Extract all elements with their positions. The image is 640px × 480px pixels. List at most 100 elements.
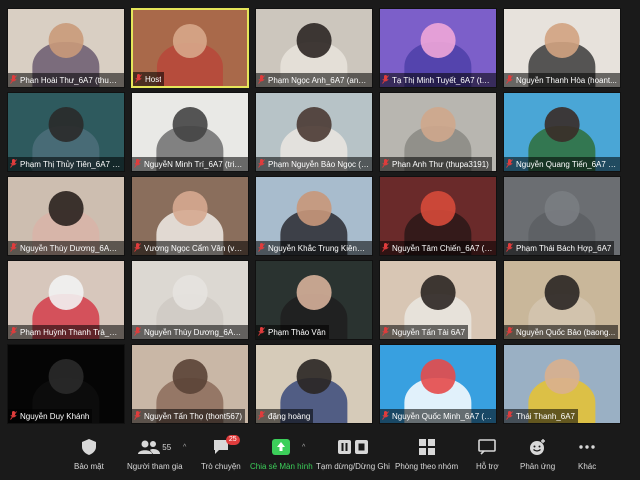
participant-tile[interactable]: Nguyễn Thùy Dương_6A7 (ti... <box>7 176 125 256</box>
participant-tile[interactable]: Phạm Thị Thủy Tiên_6A7 (ti... <box>7 92 125 172</box>
participant-tile[interactable]: Phạm Nguyễn Bảo Ngọc (n... <box>255 92 373 172</box>
participant-tile[interactable]: Thái Thanh_6A7 <box>503 344 621 424</box>
participant-head <box>420 191 456 227</box>
participant-head <box>172 107 208 143</box>
participant-tile[interactable]: Nguyễn Khắc Trung Kiên_6... <box>255 176 373 256</box>
participant-name: Phạm Thị Thủy Tiên_6A7 (ti... <box>20 159 121 169</box>
chat-badge: 25 <box>225 435 240 445</box>
muted-mic-icon <box>382 155 392 171</box>
muted-mic-icon <box>258 407 268 423</box>
security-button[interactable]: Bảo mật <box>74 436 104 471</box>
participants-caret-icon[interactable]: ^ <box>183 444 186 451</box>
participant-tile[interactable]: Nguyễn Quốc Minh_6A7 (mi... <box>379 344 497 424</box>
participant-head <box>420 275 456 311</box>
participant-name: đặng hoàng <box>268 411 311 421</box>
participant-tile[interactable]: Nguyễn Tâm Chiến_6A7 (ch... <box>379 176 497 256</box>
participant-tile[interactable]: NguyễN Minh Trí_6A7 (trin... <box>131 92 249 172</box>
participant-name: Nguyễn Thùy Dương_6A7 (ti... <box>144 327 245 337</box>
muted-mic-icon <box>10 323 20 339</box>
muted-mic-icon <box>258 155 268 171</box>
participant-tile[interactable]: Vương Ngọc Cẩm Vân (van... <box>131 176 249 256</box>
participant-name-bar: Nguyễn Quốc Bảo (baong... <box>504 323 619 339</box>
participant-name-bar: Nguyễn Khắc Trung Kiên_6... <box>256 241 372 255</box>
share-caret-icon[interactable]: ^ <box>302 444 305 451</box>
participant-tile[interactable]: Nguyễn Quốc Bảo (baong... <box>503 260 621 340</box>
participant-name-bar: Host <box>133 72 165 86</box>
participant-name: NguyễN Minh Trí_6A7 (trin... <box>144 159 245 169</box>
participant-tile[interactable]: Phan Hoài Thư_6A7 (thuph... <box>7 8 125 88</box>
participant-head <box>296 191 332 227</box>
participant-head <box>544 23 580 59</box>
participant-head <box>172 359 208 395</box>
participant-name: Nguyễn Khắc Trung Kiên_6... <box>268 243 369 253</box>
support-icon <box>478 436 497 458</box>
muted-mic-icon <box>134 239 144 255</box>
participants-icon: 55 <box>138 436 171 458</box>
participant-head <box>544 107 580 143</box>
participant-name-bar: Phạm Thái Bách Hợp_6A7 <box>504 241 615 255</box>
participant-head <box>48 191 84 227</box>
muted-mic-icon <box>10 239 20 255</box>
participant-tile[interactable]: Phạm Thái Bách Hợp_6A7 <box>503 176 621 256</box>
participant-name: Nguyễn Thùy Dương_6A7 (ti... <box>20 243 121 253</box>
participant-tile[interactable]: Phạm Thảo Vân <box>255 260 373 340</box>
muted-mic-icon <box>506 323 516 339</box>
participant-tile[interactable]: Nguyễn Tấn Thọ (thont567) <box>131 344 249 424</box>
participant-name-bar: Nguyễn Tấn Tài 6A7 <box>380 323 469 339</box>
participant-tile[interactable]: đặng hoàng <box>255 344 373 424</box>
participant-tile[interactable]: Phạm Huỳnh Thanh Trà_6A... <box>7 260 125 340</box>
participant-name: Phạm Nguyễn Bảo Ngọc (n... <box>268 159 369 169</box>
chat-button[interactable]: 25 Trò chuyện <box>201 435 241 471</box>
pause-record-button[interactable]: Tạm dừng/Dừng Ghi <box>316 436 390 471</box>
chat-icon: 25 <box>212 435 240 458</box>
share-screen-label: Chia sẻ Màn hình <box>250 462 313 471</box>
participant-tile[interactable]: Phạm Ngọc Anh_6A7 (anhp... <box>255 8 373 88</box>
breakout-rooms-button[interactable]: Phòng theo nhóm <box>395 436 458 471</box>
participant-name-bar: Phạm Ngọc Anh_6A7 (anhp... <box>256 73 372 87</box>
breakout-rooms-icon <box>418 436 435 458</box>
muted-mic-icon <box>258 239 268 255</box>
participant-name: Nguyễn Thanh Hòa (hoant... <box>516 75 617 85</box>
participants-count: 55 <box>162 442 172 452</box>
reactions-button[interactable]: Phản ứng <box>520 436 555 471</box>
share-screen-button[interactable]: Chia sẻ Màn hình <box>250 436 313 471</box>
participant-head <box>296 23 332 59</box>
participant-tile[interactable]: Nguyễn Thanh Hòa (hoant... <box>503 8 621 88</box>
participant-name: Nguyễn Tấn Tài 6A7 <box>392 327 466 337</box>
muted-mic-icon <box>258 71 268 87</box>
participant-name-bar: Tạ Thị Minh Tuyết_6A7 (tuy... <box>380 73 496 87</box>
participant-tile[interactable]: Nguyễn Thùy Dương_6A7 (ti... <box>131 260 249 340</box>
muted-mic-icon <box>506 407 516 423</box>
participant-name: Phạm Thái Bách Hợp_6A7 <box>516 243 612 253</box>
support-button[interactable]: Hỗ trợ <box>476 436 499 471</box>
participant-tile[interactable]: Phan Anh Thư (thupa3191) <box>379 92 497 172</box>
participant-head <box>420 107 456 143</box>
participant-name-bar: đặng hoàng <box>256 407 314 423</box>
muted-mic-icon <box>10 155 20 171</box>
participant-head <box>172 191 208 227</box>
participant-name-bar: Thái Thanh_6A7 <box>504 407 579 423</box>
participants-button[interactable]: 55 Người tham gia <box>127 436 183 471</box>
more-button[interactable]: Khác <box>578 436 596 471</box>
participant-tile[interactable]: Tạ Thị Minh Tuyết_6A7 (tuy... <box>379 8 497 88</box>
participant-name: Tạ Thị Minh Tuyết_6A7 (tuy... <box>392 75 493 85</box>
participant-name: Nguyễn Quang Tiến_6A7 (ti... <box>516 159 617 169</box>
muted-mic-icon <box>134 155 144 171</box>
muted-mic-icon <box>382 323 392 339</box>
participant-tile[interactable]: Nguyễn Quang Tiến_6A7 (ti... <box>503 92 621 172</box>
meeting-toolbar: Bảo mật 55 Người tham gia ^ 25 Trò chuyệ… <box>0 432 640 480</box>
more-dots-icon <box>579 436 595 458</box>
participant-tile[interactable]: Nguyễn Duy Khánh <box>7 344 125 424</box>
participant-name: Phạm Ngọc Anh_6A7 (anhp... <box>268 75 369 85</box>
participant-tile[interactable]: Nguyễn Tấn Tài 6A7 <box>379 260 497 340</box>
participant-name-bar: Phạm Nguyễn Bảo Ngọc (n... <box>256 157 372 171</box>
participants-label: Người tham gia <box>127 462 183 471</box>
participant-name: Nguyễn Tâm Chiến_6A7 (ch... <box>392 243 493 253</box>
participant-name-bar: Phan Anh Thư (thupa3191) <box>380 157 492 171</box>
pause-record-label: Tạm dừng/Dừng Ghi <box>316 462 390 471</box>
participant-name-bar: Nguyễn Thanh Hòa (hoant... <box>504 73 620 87</box>
participant-name: Nguyễn Tấn Thọ (thont567) <box>144 411 242 421</box>
participant-tile[interactable]: Host <box>131 8 249 88</box>
participant-name-bar: Nguyễn Quang Tiến_6A7 (ti... <box>504 157 620 171</box>
participant-name: Nguyễn Quốc Minh_6A7 (mi... <box>392 411 493 421</box>
